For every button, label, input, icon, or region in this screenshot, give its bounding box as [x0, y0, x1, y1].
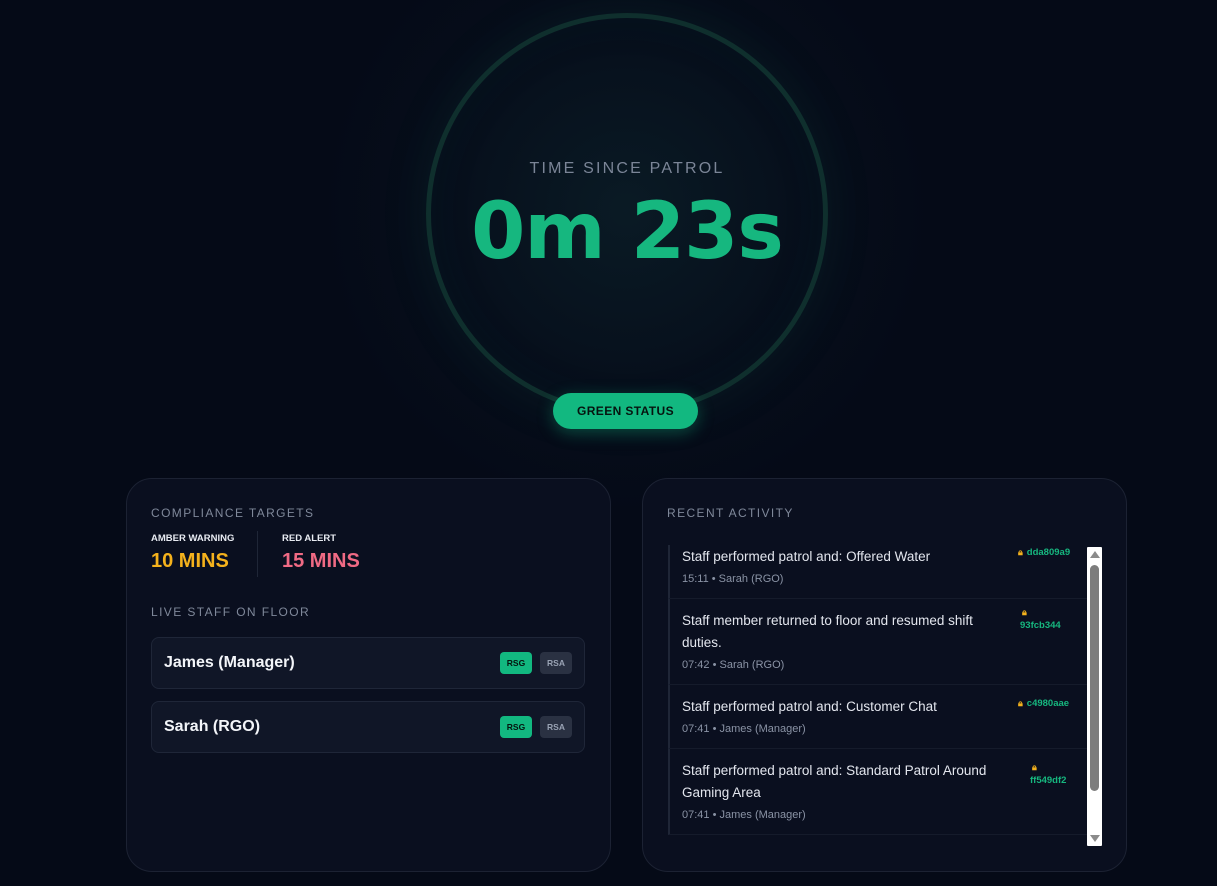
staff-name: James (Manager) — [164, 654, 295, 671]
activity-meta: 07:41 • James (Manager) — [682, 723, 806, 735]
red-label: RED ALERT — [282, 533, 337, 544]
staff-row: Sarah (RGO) RSG RSA — [151, 701, 585, 753]
timer-value: 0m 23s — [471, 187, 784, 277]
status-badge: GREEN STATUS — [553, 393, 698, 429]
lock-icon: 🔒︎ — [1032, 762, 1037, 772]
amber-value: 10 MINS — [151, 550, 229, 572]
scroll-thumb[interactable] — [1090, 565, 1099, 791]
activity-hash: 🔒︎ 93fcb344 — [1020, 607, 1061, 631]
activity-item[interactable]: Staff performed patrol and: Customer Cha… — [668, 685, 1087, 749]
hash-value: c4980aae — [1026, 698, 1070, 709]
activity-scrollbar[interactable] — [1087, 547, 1102, 846]
activity-meta: 07:42 • Sarah (RGO) — [682, 659, 785, 671]
staff-row: James (Manager) RSG RSA — [151, 637, 585, 689]
target-divider — [257, 531, 258, 577]
red-value: 15 MINS — [282, 550, 360, 572]
hash-value: dda809a9 — [1026, 547, 1071, 558]
activity-hash: 🔒︎ ff549df2 — [1030, 762, 1066, 786]
activity-card: RECENT ACTIVITY Staff performed patrol a… — [642, 478, 1127, 872]
rsg-badge: RSG — [500, 652, 532, 674]
activity-title: RECENT ACTIVITY — [667, 506, 794, 520]
activity-text: Staff member returned to floor and resum… — [682, 613, 973, 650]
lock-icon: 🔒︎ — [1022, 607, 1027, 617]
activity-item[interactable]: Staff performed patrol and: Offered Wate… — [668, 545, 1087, 599]
amber-label: AMBER WARNING — [151, 533, 235, 544]
activity-hash: 🔒︎ c4980aae — [1018, 698, 1069, 709]
staff-name: Sarah (RGO) — [164, 718, 261, 735]
lock-icon: 🔒︎ — [1018, 547, 1023, 557]
compliance-title: COMPLIANCE TARGETS — [151, 506, 315, 520]
red-target: RED ALERT 15 MINS — [282, 533, 360, 573]
activity-meta: 07:41 • James (Manager) — [682, 809, 806, 821]
amber-target: AMBER WARNING 10 MINS — [151, 533, 234, 573]
activity-meta: 15:11 • Sarah (RGO) — [682, 573, 784, 585]
staff-title: LIVE STAFF ON FLOOR — [151, 605, 311, 619]
hash-value: 93fcb344 — [1020, 620, 1061, 631]
activity-list: Staff performed patrol and: Offered Wate… — [667, 545, 1087, 847]
activity-item[interactable]: Staff member returned to floor and resum… — [668, 599, 1087, 685]
rsa-badge: RSA — [540, 716, 572, 738]
activity-text: Staff performed patrol and: Standard Pat… — [682, 763, 987, 800]
scroll-up-icon[interactable] — [1090, 551, 1100, 558]
activity-text: Staff performed patrol and: Customer Cha… — [682, 699, 937, 714]
activity-text: Staff performed patrol and: Offered Wate… — [682, 549, 931, 564]
hash-value: ff549df2 — [1030, 775, 1067, 786]
activity-item[interactable]: Staff performed patrol and: Standard Pat… — [668, 749, 1087, 835]
rsa-badge: RSA — [540, 652, 572, 674]
activity-hash: 🔒︎ dda809a9 — [1018, 547, 1070, 558]
scroll-down-icon[interactable] — [1090, 835, 1100, 842]
rsg-badge: RSG — [500, 716, 532, 738]
compliance-card: COMPLIANCE TARGETS AMBER WARNING 10 MINS… — [126, 478, 611, 872]
lock-icon: 🔒︎ — [1018, 698, 1023, 708]
timer-label: TIME SINCE PATROL — [529, 160, 725, 177]
